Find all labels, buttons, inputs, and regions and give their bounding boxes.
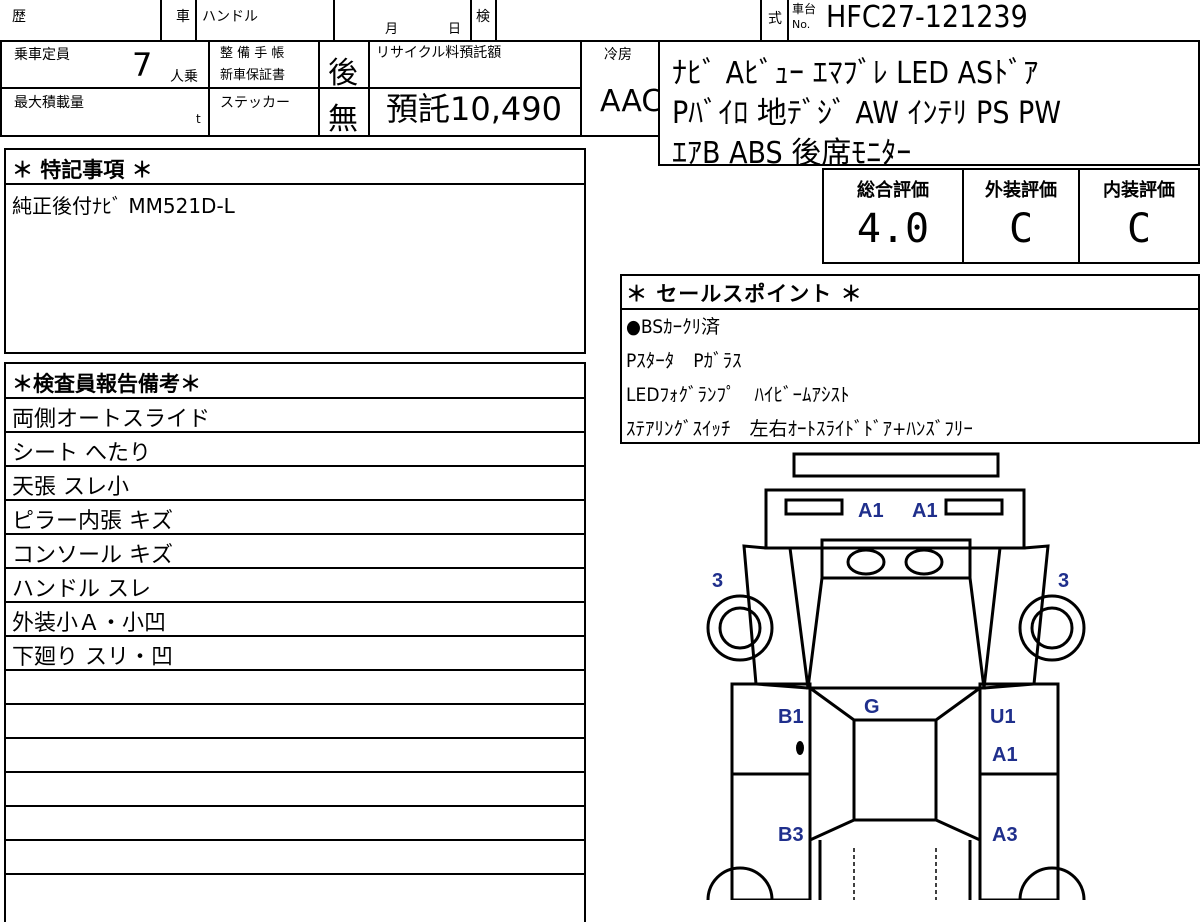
sales-point-line: LEDﾌｫｸﾞﾗﾝﾌﾟ ﾊｲﾋﾞｰﾑｱｼｽﾄ <box>626 384 850 406</box>
inspector-report-row: シート へたり <box>6 431 584 466</box>
inspector-report-row <box>6 873 584 907</box>
inspector-report-item: 下廻り スリ・凹 <box>12 645 173 670</box>
day-label: 日 <box>448 22 462 37</box>
equipment-box: ﾅﾋﾞ Aﾋﾞｭｰ ｴﾏﾌﾞﾚ LED ASﾄﾞｱ Pﾊﾞｲﾛ 地ﾃﾞｼﾞ AW… <box>658 40 1200 171</box>
overall-grade-label: 総合評価 <box>857 180 929 201</box>
chassis-label: 車台 <box>792 2 817 16</box>
inspector-report-row <box>6 805 584 839</box>
maintenance-value: 後 <box>328 56 358 91</box>
special-notes-box: ＊ 特記事項 ＊ 純正後付ﾅﾋﾞ MM521D-L <box>4 148 586 354</box>
mark-right-front-door-bottom: A1 <box>992 744 1018 766</box>
max-load-unit: t <box>196 112 201 126</box>
interior-grade-label: 内装評価 <box>1103 180 1175 201</box>
inspector-report-row: 下廻り スリ・凹 <box>6 635 584 670</box>
inspector-report-row: 天張 スレ小 <box>6 465 584 500</box>
inspector-report-item: シート へたり <box>12 441 151 466</box>
equipment-line-1: ﾅﾋﾞ Aﾋﾞｭｰ ｴﾏﾌﾞﾚ LED ASﾄﾞｱ <box>672 56 1039 91</box>
inspection-label: 検 <box>476 9 490 25</box>
mark-roof: G <box>864 696 880 718</box>
mark-right-front-door-top: U1 <box>990 706 1016 728</box>
mark-front-left: A1 <box>858 500 884 522</box>
sales-point-line: ●BSｶｰｸﾘ済 <box>626 316 721 338</box>
recycle-value: 預託10,490 <box>386 90 562 128</box>
month-label: 月 <box>385 22 399 37</box>
inspector-report-item: コンソール キズ <box>12 543 173 568</box>
history-label: 歴 <box>12 9 26 25</box>
sales-points-title: ＊ セールスポイント ＊ <box>626 282 863 306</box>
maintenance-label-1: 整 備 手 帳 <box>220 46 285 61</box>
equipment-line-3: ｴｱB ABS 後席ﾓﾆﾀｰ <box>672 136 912 171</box>
damage-dot-mark <box>796 741 804 755</box>
sales-point-line: Pｽﾀｰﾀ Pｶﾞﾗｽ <box>626 350 742 372</box>
inspector-report-row <box>6 839 584 873</box>
chassis-number: HFC27-121239 <box>826 0 1028 35</box>
mark-right-front-wheel: 3 <box>1058 570 1070 592</box>
front-bumper-shape <box>792 452 1000 478</box>
max-load-label: 最大積載量 <box>14 95 84 111</box>
grades-box: 総合評価 4.0 外装評価 C 内装評価 C <box>822 168 1200 264</box>
mark-left-rear-door: B3 <box>778 824 804 846</box>
maintenance-label-2: 新車保証書 <box>220 68 286 83</box>
sales-point-line: ｽﾃｱﾘﾝｸﾞｽｲｯﾁ 左右ｵｰﾄｽﾗｲﾄﾞﾄﾞｱ+ﾊﾝｽﾞﾌﾘｰ <box>626 418 973 440</box>
car-label: 車 <box>176 9 190 25</box>
inspector-report-item: ハンドル スレ <box>12 577 151 602</box>
capacity-label: 乗車定員 <box>14 47 70 63</box>
mark-left-front-door: B1 <box>778 706 804 728</box>
inspector-report-row: ハンドル スレ <box>6 567 584 602</box>
inspector-report-item: ピラー内張 キズ <box>12 509 173 534</box>
inspector-report-box: ＊検査員報告備考＊ 両側オートスライド シート へたり 天張 スレ小ピラー内張 キズ… <box>4 362 586 922</box>
inspector-report-row: コンソール キズ <box>6 533 584 568</box>
capacity-unit: 人乗 <box>170 69 198 85</box>
recycle-label: リサイクル料預託額 <box>376 45 502 61</box>
special-notes-text: 純正後付ﾅﾋﾞ MM521D-L <box>12 194 235 218</box>
mark-right-rear-door: A3 <box>992 824 1018 846</box>
exterior-grade-label: 外装評価 <box>985 180 1057 201</box>
ac-label: 冷房 <box>604 47 632 63</box>
sticker-label: ステッカー <box>220 95 290 111</box>
equipment-line-2: Pﾊﾞｲﾛ 地ﾃﾞｼﾞ AW ｲﾝﾃﾘ PS PW <box>672 96 1062 131</box>
inspector-report-row <box>6 771 584 805</box>
exterior-grade-value: C <box>1008 206 1034 252</box>
inspector-report-row <box>6 703 584 737</box>
mark-front-right: A1 <box>912 500 938 522</box>
inspector-report-row: 両側オートスライド <box>6 397 584 432</box>
exterior-grade: 外装評価 C <box>964 170 1080 262</box>
inspector-report-row: 外装小Ａ・小凹 <box>6 601 584 636</box>
overall-grade-value: 4.0 <box>856 206 930 252</box>
capacity-value: 7 <box>132 46 153 84</box>
overall-grade: 総合評価 4.0 <box>824 170 964 262</box>
sales-points-box: ＊ セールスポイント ＊ ●BSｶｰｸﾘ済 Pｽﾀｰﾀ Pｶﾞﾗｽ LEDﾌｫｸ… <box>620 274 1200 444</box>
inspector-report-row <box>6 669 584 703</box>
interior-grade: 内装評価 C <box>1080 170 1198 262</box>
handle-label: ハンドル <box>202 9 258 25</box>
mark-left-front-wheel: 3 <box>712 570 724 592</box>
inspector-report-row: ピラー内張 キズ <box>6 499 584 534</box>
ac-value: AAC <box>600 84 663 119</box>
inspector-report-row <box>6 737 584 771</box>
type-label: 式 <box>768 11 782 27</box>
special-notes-title: ＊ 特記事項 ＊ <box>12 158 153 182</box>
interior-grade-value: C <box>1126 206 1152 252</box>
inspector-report-item: 外装小Ａ・小凹 <box>12 611 167 636</box>
inspector-report-title: ＊検査員報告備考＊ <box>12 372 201 396</box>
sticker-value: 無 <box>328 102 358 137</box>
inspector-report-item: 天張 スレ小 <box>12 475 129 500</box>
inspector-report-item: 両側オートスライド <box>12 407 211 432</box>
chassis-no-label: No. <box>792 18 811 31</box>
